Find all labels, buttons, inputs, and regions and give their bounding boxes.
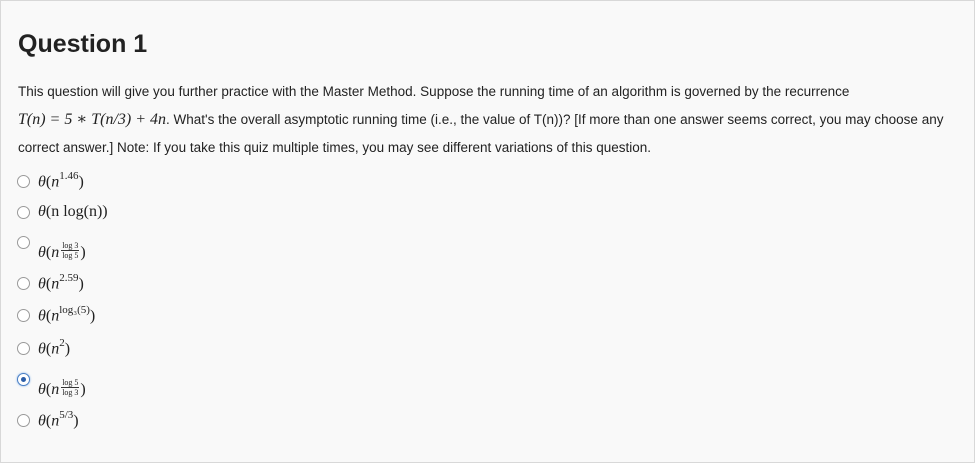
exponent-fraction: log 3 log 5 xyxy=(61,240,80,260)
option-base: n xyxy=(51,243,60,261)
option-exponent: 2 xyxy=(59,336,65,349)
radio-button[interactable] xyxy=(17,413,30,427)
option-exponent: 2.59 xyxy=(59,271,79,284)
fraction-numerator: log 3 xyxy=(61,240,80,251)
option-label[interactable]: θ(n log 5 log 3) xyxy=(38,378,86,399)
answer-option-6[interactable]: θ(n2) xyxy=(17,336,70,360)
option-base: n xyxy=(51,307,60,325)
radio-button[interactable] xyxy=(17,236,30,249)
option-base: n xyxy=(51,340,60,358)
theta-symbol: θ xyxy=(38,275,46,293)
answer-option-3[interactable]: θ(n log 3 log 5) xyxy=(17,233,86,263)
option-label[interactable]: θ(nlog₃(5)) xyxy=(38,303,95,325)
fraction-denominator: log 3 xyxy=(62,387,79,397)
theta-symbol: θ xyxy=(38,412,46,430)
option-base: n xyxy=(51,275,60,293)
theta-symbol: θ xyxy=(38,173,46,191)
fraction-denominator: log 5 xyxy=(62,250,79,260)
option-expression: n log(n) xyxy=(51,203,103,220)
option-base: n xyxy=(51,412,60,430)
answer-option-7[interactable]: θ(n log 5 log 3) xyxy=(17,370,86,400)
answer-option-8[interactable]: θ(n5/3) xyxy=(17,408,79,432)
radio-button-selected[interactable] xyxy=(17,373,30,386)
option-exponent: 1.46 xyxy=(59,169,79,182)
radio-button[interactable] xyxy=(17,308,30,322)
option-base: n xyxy=(51,173,60,191)
question-card: Question 1 This question will give you f… xyxy=(0,0,975,463)
theta-symbol: θ xyxy=(38,243,46,261)
option-exponent: log₃(5) xyxy=(59,303,90,316)
option-label[interactable]: θ(n log 3 log 5) xyxy=(38,241,86,262)
theta-symbol: θ xyxy=(38,307,46,325)
answer-option-1[interactable]: θ(n1.46) xyxy=(17,169,84,193)
fraction-numerator: log 5 xyxy=(61,377,80,388)
answer-option-4[interactable]: θ(n2.59) xyxy=(17,271,84,295)
option-label[interactable]: θ(n1.46) xyxy=(38,169,84,191)
option-base: n xyxy=(51,380,60,398)
radio-button[interactable] xyxy=(17,276,30,290)
answer-option-2[interactable]: θ(n log(n)) xyxy=(17,200,108,224)
answer-options: θ(n1.46) θ(n log(n)) θ(n log 3 log 5) θ(n2… xyxy=(1,1,976,464)
exponent-fraction: log 5 log 3 xyxy=(61,377,80,397)
option-label[interactable]: θ(n2) xyxy=(38,336,70,358)
option-label[interactable]: θ(n5/3) xyxy=(38,408,79,430)
radio-button[interactable] xyxy=(17,205,30,219)
radio-button[interactable] xyxy=(17,174,30,188)
option-exponent: 5/3 xyxy=(59,408,74,421)
radio-button[interactable] xyxy=(17,341,30,355)
option-label[interactable]: θ(n log(n)) xyxy=(38,203,108,221)
option-label[interactable]: θ(n2.59) xyxy=(38,271,84,293)
theta-symbol: θ xyxy=(38,203,46,220)
theta-symbol: θ xyxy=(38,380,46,398)
theta-symbol: θ xyxy=(38,340,46,358)
answer-option-5[interactable]: θ(nlog₃(5)) xyxy=(17,303,95,327)
